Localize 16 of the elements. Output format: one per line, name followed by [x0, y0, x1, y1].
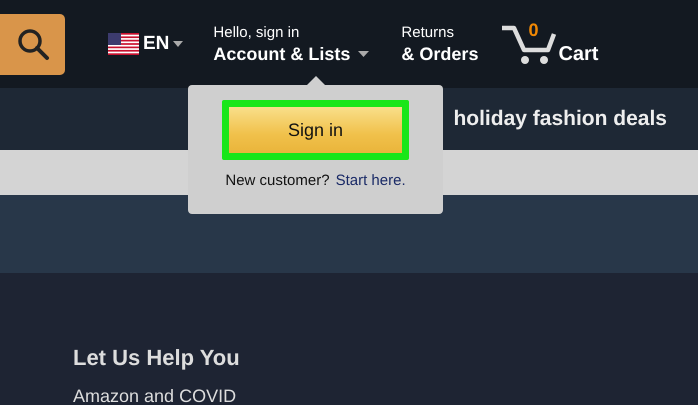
flag-icon — [108, 33, 139, 55]
new-customer-text: New customer? Start here. — [225, 172, 406, 189]
caret-icon — [173, 41, 184, 47]
cart-count: 0 — [528, 20, 538, 41]
search-icon — [16, 27, 50, 61]
cart-button[interactable]: 0 Cart — [500, 22, 598, 66]
search-button[interactable] — [0, 14, 65, 74]
caret-icon — [358, 51, 370, 57]
language-selector[interactable]: EN — [108, 33, 184, 55]
promo-text: holiday fashion deals — [453, 107, 667, 131]
footer-link[interactable]: Amazon and COVID — [73, 386, 698, 405]
footer-heading: Let Us Help You — [73, 344, 241, 372]
sign-in-button[interactable]: Sign in — [222, 100, 409, 160]
returns-orders-link[interactable]: Returns & Orders — [401, 22, 478, 66]
account-menu[interactable]: Hello, sign in Account & Lists — [213, 22, 370, 66]
start-here-link[interactable]: Start here. — [336, 172, 406, 189]
